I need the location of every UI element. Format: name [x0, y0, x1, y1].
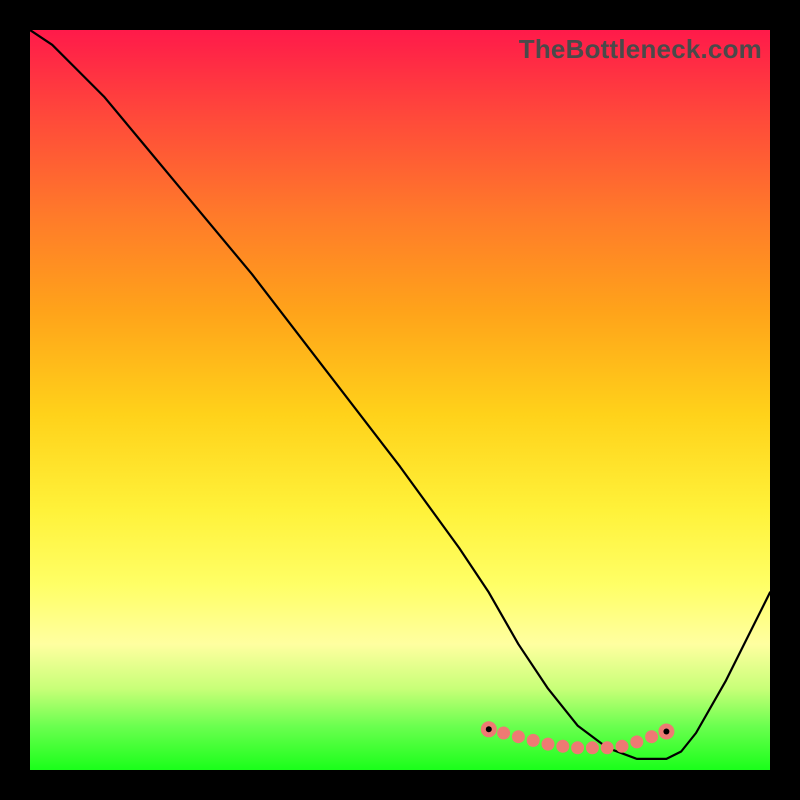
anchor-dot — [486, 726, 492, 732]
highlight-dot — [645, 730, 658, 743]
highlight-dot — [630, 735, 643, 748]
bottleneck-curve — [30, 30, 770, 759]
highlight-dot — [616, 740, 629, 753]
highlight-dot — [571, 741, 584, 754]
chart-plot-area: TheBottleneck.com — [30, 30, 770, 770]
highlight-dot — [542, 738, 555, 751]
highlight-dot — [527, 734, 540, 747]
chart-frame: TheBottleneck.com — [0, 0, 800, 800]
highlight-dot — [512, 730, 525, 743]
highlight-dot — [497, 727, 510, 740]
anchor-dot — [663, 729, 669, 735]
chart-overlay — [30, 30, 770, 770]
highlight-dot — [556, 740, 569, 753]
highlight-dot — [586, 741, 599, 754]
highlight-dot — [601, 741, 614, 754]
